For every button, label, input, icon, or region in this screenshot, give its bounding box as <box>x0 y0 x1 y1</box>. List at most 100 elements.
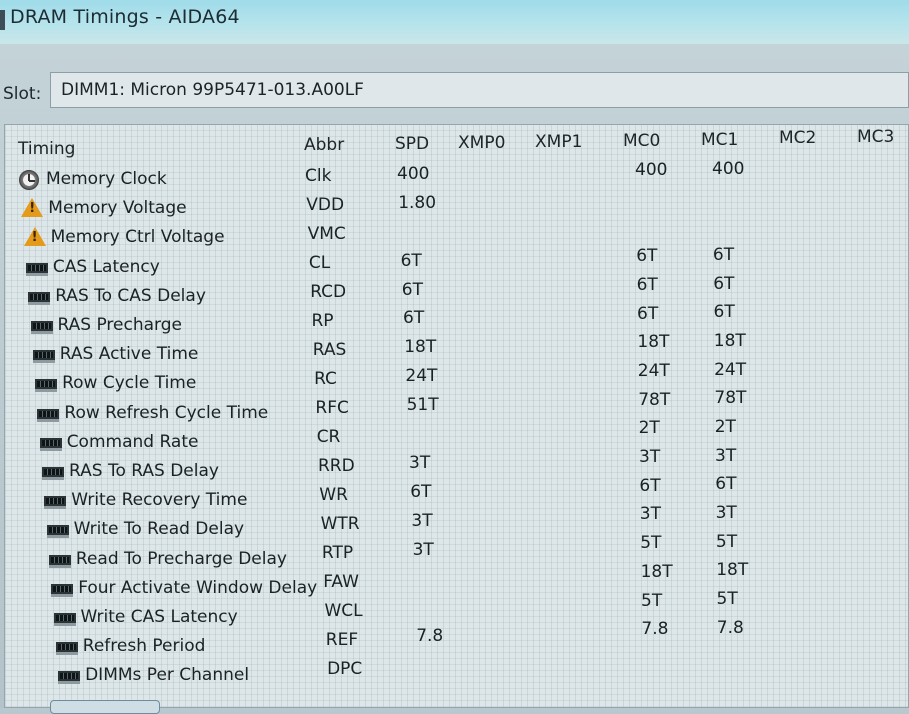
row-mc1: 18T <box>716 560 749 581</box>
column-header-mc3[interactable]: MC3 <box>857 127 894 147</box>
row-mc0: 18T <box>640 561 673 582</box>
row-mc1: 5T <box>716 588 738 609</box>
memory-module-icon <box>44 496 67 510</box>
column-header-mc1[interactable]: MC1 <box>701 130 738 150</box>
row-mc1: 3T <box>715 502 737 523</box>
row-abbr: CL <box>308 253 331 274</box>
column-header-mc2[interactable]: MC2 <box>779 128 816 148</box>
row-spd: 7.8 <box>416 626 444 647</box>
memory-module-icon <box>28 291 51 305</box>
row-name: Memory Ctrl Voltage <box>50 227 225 248</box>
row-abbr: CR <box>316 427 341 448</box>
bottom-button[interactable] <box>50 700 160 714</box>
row-abbr: Clk <box>305 166 332 186</box>
row-abbr: VMC <box>307 224 346 245</box>
memory-module-icon <box>39 437 62 451</box>
row-name: DIMMs Per Channel <box>85 665 250 686</box>
memory-module-icon <box>55 642 78 656</box>
row-mc0: 400 <box>635 160 668 180</box>
column-header-mc0[interactable]: MC0 <box>623 131 660 151</box>
slot-dropdown[interactable]: DIMM1: Micron 99P5471-013.A00LF <box>50 72 909 108</box>
row-mc0: 3T <box>639 447 661 468</box>
timings-table: Timing Abbr SPD XMP0 XMP1 MC0 MC1 MC2 MC… <box>4 124 909 708</box>
row-abbr: RCD <box>310 282 347 303</box>
row-abbr: WCL <box>324 601 363 622</box>
column-header-spd[interactable]: SPD <box>395 134 429 154</box>
row-mc1: 24T <box>714 359 747 380</box>
warning-icon <box>23 227 46 247</box>
row-spd: 6T <box>401 279 423 300</box>
row-spd: 1.80 <box>398 192 437 213</box>
memory-module-icon <box>58 671 81 685</box>
slot-label: Slot: <box>3 84 42 104</box>
column-header-timing[interactable]: Timing <box>18 139 75 159</box>
row-mc0: 78T <box>638 389 671 410</box>
row-abbr: RP <box>311 311 334 332</box>
row-mc1: 78T <box>714 388 747 409</box>
row-spd: 400 <box>397 164 430 184</box>
row-mc1: 5T <box>715 531 738 552</box>
row-name: RAS Precharge <box>57 315 182 335</box>
memory-module-icon <box>37 408 60 422</box>
title-bar: DRAM Timings - AIDA64 <box>0 0 909 44</box>
row-abbr: RAS <box>312 340 347 361</box>
memory-module-icon <box>25 262 48 276</box>
row-abbr: RRD <box>318 456 355 477</box>
row-name: RAS To RAS Delay <box>69 461 219 481</box>
slot-selected-value: DIMM1: Micron 99P5471-013.A00LF <box>61 80 364 100</box>
row-mc1: 6T <box>715 474 737 495</box>
row-spd: 51T <box>406 395 439 416</box>
row-mc0: 18T <box>637 332 670 353</box>
row-name: Memory Voltage <box>48 198 187 219</box>
row-name: Read To Precharge Delay <box>75 548 287 569</box>
row-abbr: REF <box>325 630 359 651</box>
clock-icon <box>19 170 39 190</box>
row-mc1: 7.8 <box>716 617 744 638</box>
row-mc0: 3T <box>639 504 661 525</box>
row-mc1: 6T <box>713 302 735 323</box>
row-mc1: 18T <box>713 330 746 351</box>
row-mc1: 6T <box>712 244 735 265</box>
memory-module-icon <box>35 379 58 393</box>
memory-module-icon <box>48 554 71 568</box>
row-spd: 6T <box>403 308 425 329</box>
row-name: Write CAS Latency <box>80 607 238 627</box>
row-mc0: 5T <box>640 533 662 554</box>
row-mc0: 24T <box>637 360 670 381</box>
row-name: CAS Latency <box>52 256 160 277</box>
row-mc1: 6T <box>713 273 735 294</box>
memory-module-icon <box>53 613 76 626</box>
row-spd: 3T <box>412 539 434 560</box>
row-abbr: RTP <box>321 543 354 564</box>
row-mc0: 5T <box>641 590 663 611</box>
window-title: DRAM Timings - AIDA64 <box>10 6 240 28</box>
row-abbr: WTR <box>320 514 360 535</box>
row-abbr: FAW <box>323 572 359 593</box>
row-mc0: 6T <box>636 246 658 267</box>
row-spd: 6T <box>400 250 422 271</box>
row-name: RAS To CAS Delay <box>55 285 206 306</box>
row-mc0: 6T <box>639 475 661 496</box>
memory-module-icon <box>46 525 69 539</box>
row-abbr: VDD <box>306 195 345 216</box>
row-mc0: 6T <box>636 274 658 295</box>
column-header-xmp0[interactable]: XMP0 <box>458 133 505 153</box>
memory-module-icon <box>42 467 64 480</box>
row-spd: 18T <box>404 337 437 358</box>
row-name: Command Rate <box>66 431 199 452</box>
row-mc0: 7.8 <box>641 619 669 640</box>
app-icon <box>0 10 5 30</box>
row-abbr: RFC <box>315 398 349 419</box>
memory-module-icon <box>32 350 55 364</box>
row-spd: 3T <box>411 510 433 531</box>
row-spd: 3T <box>409 452 431 473</box>
memory-module-icon <box>51 583 74 597</box>
row-spd: 24T <box>405 366 438 387</box>
warning-icon <box>21 198 44 218</box>
row-name: Write To Read Delay <box>73 519 245 540</box>
row-abbr: WR <box>319 485 348 506</box>
row-abbr: DPC <box>327 659 363 680</box>
column-header-abbr[interactable]: Abbr <box>304 135 344 155</box>
column-header-xmp1[interactable]: XMP1 <box>535 132 582 152</box>
row-name: Row Cycle Time <box>62 373 197 394</box>
